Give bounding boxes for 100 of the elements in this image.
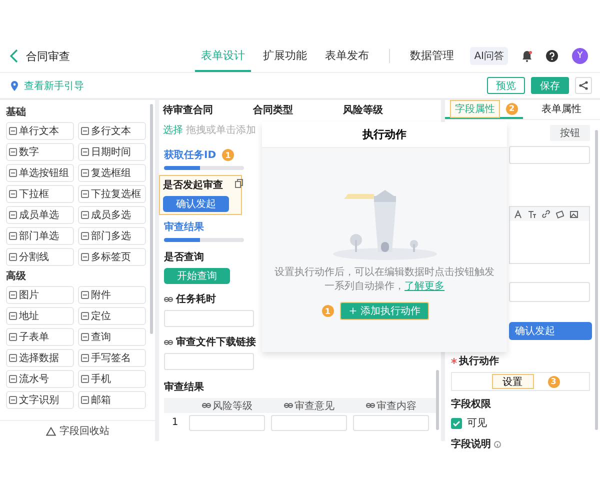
form-field-icon: [9, 169, 17, 177]
form-field-icon: [81, 253, 89, 261]
field-type-item[interactable]: 子表单: [6, 328, 74, 346]
field-label: 执行动作: [459, 354, 499, 368]
input-field[interactable]: [164, 353, 254, 370]
step-badge: 1: [222, 149, 234, 161]
form-field-icon: [9, 354, 17, 362]
editor-tool-icon[interactable]: [570, 210, 578, 218]
form-field-icon: [9, 148, 17, 156]
editor-tool-icon[interactable]: [556, 210, 564, 218]
section-title: 审查结果: [164, 220, 204, 234]
checkbox[interactable]: [451, 418, 462, 428]
form-field-icon: [9, 190, 17, 198]
form-field-icon: [9, 232, 17, 240]
field-type-item[interactable]: 复选框组: [78, 164, 146, 182]
field-type-item[interactable]: 手写签名: [78, 349, 146, 367]
bell-icon[interactable]: [522, 50, 532, 62]
form-field-icon: [9, 211, 17, 219]
action-button[interactable]: 确认发起: [163, 196, 229, 212]
input-field[interactable]: [509, 282, 590, 302]
form-field-icon: [81, 127, 89, 135]
field-label: 是否发起审查: [163, 178, 223, 192]
table-input-cell[interactable]: [189, 414, 265, 430]
form-field-icon: [9, 333, 17, 341]
field-type-item[interactable]: 选择数据: [6, 349, 74, 367]
field-type-item[interactable]: 单选按钮组: [6, 164, 74, 182]
form-field-icon: [9, 291, 17, 299]
link-icon: [284, 401, 292, 410]
step-badge: 1: [322, 305, 334, 317]
link-icon: [202, 401, 210, 410]
rich-text-editor[interactable]: [509, 206, 590, 264]
editor-tool-icon[interactable]: [528, 210, 536, 218]
field-type-item[interactable]: 部门单选: [6, 227, 74, 245]
segment-option[interactable]: 按钮: [550, 125, 590, 141]
section-title: 字段权限: [451, 397, 491, 411]
share-button[interactable]: [575, 77, 592, 94]
field-type-item[interactable]: 附件: [78, 286, 146, 304]
page-title: 合同审查: [26, 48, 70, 64]
field-type-item[interactable]: 邮箱: [78, 391, 146, 409]
section-title: 获取任务ID: [164, 148, 216, 162]
step-badge: 3: [548, 376, 560, 388]
field-type-item[interactable]: 成员多选: [78, 206, 146, 224]
editor-tool-icon[interactable]: [542, 210, 550, 218]
field-type-item[interactable]: 多标签页: [78, 248, 146, 266]
field-type-item[interactable]: 日期时间: [78, 143, 146, 161]
step-badge: 2: [506, 102, 518, 114]
section-title: 字段说明: [451, 437, 491, 451]
form-field-icon: [81, 169, 89, 177]
field-type-item[interactable]: 多行文本: [78, 122, 146, 140]
field-type-item[interactable]: 查询: [78, 328, 146, 346]
input-field[interactable]: [164, 310, 254, 327]
panel-tab[interactable]: 表单属性: [522, 100, 600, 119]
form-field-icon: [81, 148, 89, 156]
help-icon[interactable]: [546, 50, 558, 62]
form-field-icon: [9, 312, 17, 320]
field-type-item[interactable]: 图片: [6, 286, 74, 304]
column-label: 合同类型: [253, 104, 294, 117]
field-type-item[interactable]: 数字: [6, 143, 74, 161]
field-type-item[interactable]: 下拉复选框: [78, 185, 146, 203]
table-input-cell[interactable]: [271, 414, 347, 430]
field-type-item[interactable]: 定位: [78, 307, 146, 325]
field-type-item[interactable]: 单行文本: [6, 122, 74, 140]
scrollbar: [436, 370, 439, 430]
form-field-icon: [81, 312, 89, 320]
field-type-item[interactable]: 流水号: [6, 370, 74, 388]
column-label: 待审查合同: [163, 103, 214, 117]
info-icon: [494, 440, 501, 448]
input-field[interactable]: [509, 146, 590, 164]
form-field-icon: [81, 375, 89, 383]
field-label: 审查文件下载链接: [176, 335, 256, 349]
form-field-icon: [9, 127, 17, 135]
field-type-item[interactable]: 地址: [6, 307, 74, 325]
nav-tab[interactable]: 表单发布: [319, 40, 375, 72]
column-header: 风险等级: [212, 400, 252, 412]
field-label: 任务耗时: [176, 292, 216, 306]
recycle-bin-button[interactable]: 字段回收站: [0, 420, 155, 441]
nav-tab[interactable]: 扩展功能: [257, 40, 313, 72]
table-input-cell[interactable]: [353, 414, 429, 430]
field-type-item[interactable]: 部门多选: [78, 227, 146, 245]
field-label: 审查结果: [164, 380, 204, 394]
field-type-item[interactable]: 手机: [78, 370, 146, 388]
user-avatar[interactable]: Y: [572, 48, 588, 64]
modal-description: 设置执行动作后，可以在编辑数据时点击按钮触发一系列自动操作，了解更多: [274, 266, 496, 294]
column-header: 审查内容: [376, 400, 416, 412]
ai-button[interactable]: AI问答: [470, 47, 508, 65]
form-field-icon: [81, 333, 89, 341]
back-icon[interactable]: [10, 49, 18, 63]
location-pin-icon: [11, 80, 18, 90]
form-field-icon: [81, 354, 89, 362]
form-field-icon: [81, 190, 89, 198]
field-type-item[interactable]: 文字识别: [6, 391, 74, 409]
field-type-item[interactable]: 成员单选: [6, 206, 74, 224]
settings-button[interactable]: 设置: [492, 374, 534, 389]
field-type-item[interactable]: 分割线: [6, 248, 74, 266]
column-header: 审查意见: [294, 400, 334, 412]
copy-icon: [235, 179, 243, 188]
editor-tool-icon[interactable]: [514, 210, 522, 218]
field-type-item[interactable]: 下拉框: [6, 185, 74, 203]
nav-tab[interactable]: 数据管理: [404, 40, 460, 72]
form-field-icon: [9, 253, 17, 261]
